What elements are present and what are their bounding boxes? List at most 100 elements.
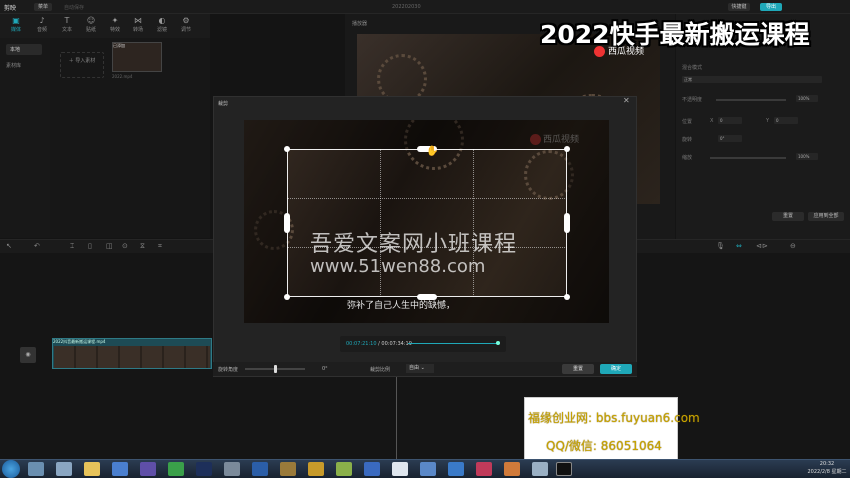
scale-label: 缩放 <box>682 155 693 161</box>
rotate-input[interactable]: 0° <box>718 135 742 142</box>
tab-transition[interactable]: ⋈ 转场 <box>126 16 150 33</box>
tab-label: 媒体 <box>10 27 21 33</box>
opacity-value[interactable]: 100% <box>796 95 818 102</box>
player-label: 播放器 <box>352 21 368 27</box>
tab-audio[interactable]: ♪ 音频 <box>30 16 54 33</box>
delete-icon[interactable]: ▯ <box>88 242 92 250</box>
freeze-icon[interactable]: ◫ <box>106 242 113 250</box>
reset-button[interactable]: 重置 <box>772 212 804 221</box>
system-clock[interactable]: 20:32 2022/2/8 星期二 <box>806 460 848 476</box>
taskbar-app-icon[interactable] <box>308 462 324 476</box>
crop-ratio-select[interactable]: 自由 ⌄ <box>406 364 434 373</box>
mirror-icon[interactable]: ⧖ <box>140 242 145 251</box>
time-slider-knob[interactable] <box>496 341 500 345</box>
taskbar-app-icon[interactable] <box>56 462 72 476</box>
text-icon: T <box>64 16 70 25</box>
position-label: 位置 <box>682 119 693 125</box>
photoshop-icon[interactable] <box>196 462 212 476</box>
sticker-icon: ☺ <box>86 16 96 25</box>
undo-icon[interactable]: ↶ <box>34 242 40 250</box>
taskbar-app-icon[interactable] <box>336 462 352 476</box>
link-icon[interactable]: ⇔ <box>736 242 742 250</box>
snap-icon[interactable]: ⊲⊳ <box>756 242 768 250</box>
chevron-down-icon: ⌄ <box>420 365 425 371</box>
tab-filter[interactable]: ◐ 滤镜 <box>150 16 174 33</box>
apply-all-button[interactable]: 应用到全部 <box>808 212 844 221</box>
blend-mode-select[interactable]: 正常 <box>682 76 822 83</box>
opacity-slider[interactable] <box>716 99 786 101</box>
taskbar-app-icon[interactable] <box>224 462 240 476</box>
tool-tabs: ▣ 媒体 ♪ 音频 T 文本 ☺ 贴纸 ✦ 特效 ⋈ 转场 ◐ 滤镜 ⚙ 调节 <box>0 14 210 38</box>
time-display: 00:07:21:10 / 00:07:34:19 <box>346 341 412 347</box>
taskbar-app-icon[interactable] <box>392 462 408 476</box>
taskbar-app-icon[interactable] <box>168 462 184 476</box>
xigua-badge: 西瓜视频 <box>594 44 644 57</box>
zoom-icon[interactable]: ⊖ <box>790 242 796 250</box>
crop-right-handle[interactable] <box>564 213 570 233</box>
media-icon: ▣ <box>12 16 20 25</box>
scale-slider[interactable] <box>710 157 786 159</box>
position-y-input[interactable]: 0 <box>774 117 798 124</box>
taskbar-app-icon[interactable] <box>504 462 520 476</box>
time-slider[interactable] <box>408 343 498 344</box>
export-button[interactable]: 导出 <box>760 3 782 11</box>
crop-mask <box>244 120 287 323</box>
taskbar-app-icon[interactable] <box>420 462 436 476</box>
left-nav: 本地 素材库 <box>0 38 50 238</box>
folder-icon[interactable] <box>84 462 100 476</box>
crop-left-handle[interactable] <box>284 213 290 233</box>
tab-media[interactable]: ▣ 媒体 <box>4 16 28 33</box>
crop-mask <box>567 120 609 323</box>
split-icon[interactable]: ⌶ <box>70 242 74 251</box>
mic-icon[interactable]: 🎙 <box>716 242 725 250</box>
crop-corner-handle[interactable] <box>284 294 290 300</box>
reverse-icon[interactable]: ⊙ <box>122 242 128 250</box>
taskbar-app-icon[interactable] <box>448 462 464 476</box>
taskbar-app-icon[interactable] <box>280 462 296 476</box>
time-current: 00:07:21:10 <box>346 341 377 347</box>
rotate-angle-value[interactable]: 0° <box>322 366 328 372</box>
start-button[interactable] <box>2 460 20 478</box>
taskbar-app-icon[interactable] <box>28 462 44 476</box>
menu-button[interactable]: 菜单 <box>34 3 52 11</box>
cover-button[interactable]: ◉ <box>20 347 36 363</box>
clip-name: 2022抖音最新搬运课程.mp4 <box>53 339 106 344</box>
audio-icon: ♪ <box>39 16 45 25</box>
crop-confirm-button[interactable]: 确定 <box>600 364 632 374</box>
title-bar: 剪映 菜单 自动保存 202202030 快捷键 导出 <box>0 0 850 14</box>
tab-effects[interactable]: ✦ 特效 <box>103 16 127 33</box>
tab-sticker[interactable]: ☺ 贴纸 <box>79 16 103 33</box>
taskbar-app-icon[interactable] <box>140 462 156 476</box>
taskbar-app-icon[interactable] <box>112 462 128 476</box>
tab-text[interactable]: T 文本 <box>55 16 79 33</box>
taskbar-app-icon[interactable] <box>476 462 492 476</box>
filter-icon: ◐ <box>158 16 166 25</box>
crop-corner-handle[interactable] <box>564 294 570 300</box>
nav-library[interactable]: 素材库 <box>6 62 21 69</box>
crop-icon[interactable]: ⌗ <box>158 242 162 251</box>
thumb-filename: 2022.mp4 <box>112 74 133 79</box>
y-label: Y <box>766 118 770 124</box>
close-icon[interactable]: ✕ <box>623 96 630 105</box>
select-icon[interactable]: ↖ <box>6 242 12 250</box>
crop-corner-handle[interactable] <box>564 146 570 152</box>
taskbar-app-icon[interactable] <box>252 462 268 476</box>
shortcut-button[interactable]: 快捷键 <box>728 3 750 11</box>
scale-value[interactable]: 100% <box>796 153 818 160</box>
taskbar-app-icon[interactable] <box>364 462 380 476</box>
clip-frames <box>54 346 210 368</box>
taskbar-app-icon[interactable] <box>532 462 548 476</box>
nav-local[interactable]: 本地 <box>6 44 42 55</box>
clock-date: 2022/2/8 星期二 <box>807 469 847 475</box>
capcut-icon[interactable] <box>556 462 572 476</box>
crop-corner-handle[interactable] <box>284 146 290 152</box>
tab-adjust[interactable]: ⚙ 调节 <box>174 16 198 33</box>
import-button[interactable]: ＋ 导入素材 <box>60 52 104 78</box>
media-thumbnail[interactable]: 已添加 <box>112 42 162 72</box>
crop-grid-line <box>287 198 567 199</box>
rotate-slider-knob[interactable] <box>274 365 277 373</box>
position-x-input[interactable]: 0 <box>718 117 742 124</box>
crop-reset-button[interactable]: 重置 <box>562 364 594 374</box>
tab-label: 贴纸 <box>85 27 96 33</box>
thumb-badge: 已添加 <box>113 43 125 48</box>
